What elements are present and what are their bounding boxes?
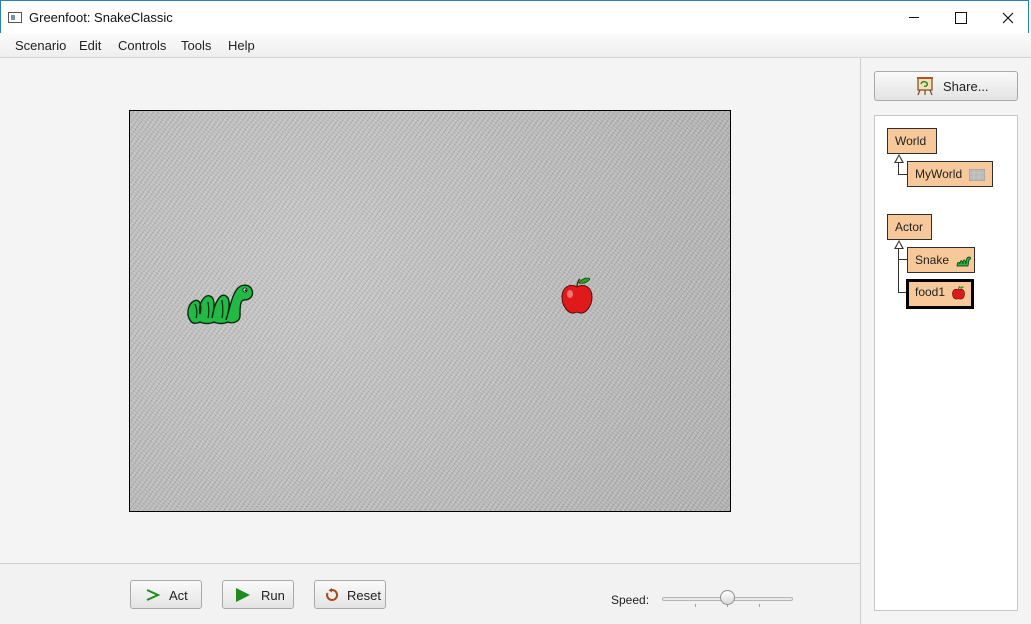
apple-icon [952, 285, 966, 300]
title-bar: Greenfoot: SnakeClassic [0, 0, 1029, 33]
tree-line [898, 249, 899, 293]
menu-edit[interactable]: Edit [79, 38, 101, 53]
class-food1-label: food1 [915, 285, 946, 299]
class-world-label: World [895, 134, 927, 148]
run-label: Run [261, 588, 285, 603]
close-button[interactable] [985, 1, 1031, 34]
reset-icon [326, 588, 339, 601]
class-food1[interactable]: food1 [906, 279, 974, 309]
snake-actor[interactable] [184, 274, 254, 326]
act-button[interactable]: Act [130, 580, 202, 609]
speed-slider-thumb[interactable] [720, 590, 735, 605]
class-myworld[interactable]: MyWorld [907, 161, 993, 187]
tree-line [898, 259, 907, 260]
class-diagram: World MyWorld Actor Snake food1 [874, 115, 1018, 611]
window-title: Greenfoot: SnakeClassic [29, 10, 173, 25]
apple-food[interactable] [560, 277, 594, 315]
minimize-icon [909, 17, 919, 19]
tree-line [898, 174, 907, 175]
maximize-icon [955, 11, 967, 24]
close-icon [1002, 12, 1014, 24]
play-icon [236, 588, 250, 602]
menu-tools[interactable]: Tools [181, 38, 211, 53]
snake-icon [957, 256, 972, 267]
class-panel-container: Share... World MyWorld Actor Snake food1 [861, 58, 1031, 624]
world-texture-icon [969, 168, 986, 181]
inheritance-arrow [894, 240, 904, 249]
share-label: Share... [943, 79, 989, 94]
menu-bar: Scenario Edit Controls Tools Help [0, 33, 1031, 58]
menu-controls[interactable]: Controls [118, 38, 166, 53]
class-myworld-label: MyWorld [915, 167, 963, 181]
world-canvas[interactable] [129, 110, 731, 512]
menu-scenario[interactable]: Scenario [15, 38, 66, 53]
class-actor-label: Actor [895, 220, 924, 234]
app-icon [8, 12, 22, 23]
maximize-button[interactable] [938, 1, 984, 34]
reset-label: Reset [347, 588, 381, 603]
slider-tick [759, 604, 760, 607]
slider-tick [695, 604, 696, 607]
class-snake-label: Snake [915, 253, 950, 267]
class-actor[interactable]: Actor [887, 214, 932, 240]
speed-label: Speed: [611, 593, 650, 607]
act-icon [146, 589, 161, 601]
share-icon [917, 77, 933, 96]
run-button[interactable]: Run [222, 580, 294, 609]
act-label: Act [169, 588, 188, 603]
menu-help[interactable]: Help [228, 38, 255, 53]
share-button[interactable]: Share... [874, 71, 1018, 101]
reset-button[interactable]: Reset [314, 580, 386, 609]
class-snake[interactable]: Snake [907, 247, 975, 273]
class-world[interactable]: World [887, 128, 937, 154]
inheritance-arrow [894, 154, 904, 163]
minimize-button[interactable] [891, 1, 937, 34]
controls-bar: Act Run Reset Speed: [0, 563, 860, 624]
